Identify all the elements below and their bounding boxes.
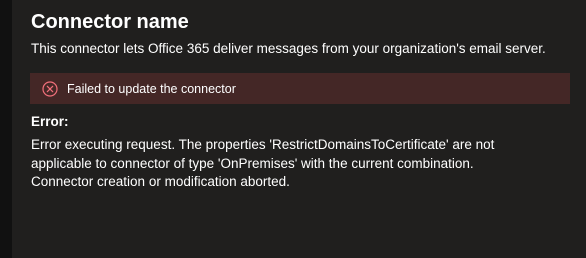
error-icon	[42, 81, 58, 97]
connector-panel	[12, 0, 586, 258]
page-title: Connector name	[31, 11, 189, 33]
background-overlay	[0, 0, 12, 258]
error-heading: Error:	[31, 114, 69, 129]
error-banner-text: Failed to update the connector	[67, 82, 236, 96]
error-message: Error executing request. The properties …	[31, 137, 495, 189]
error-banner: Failed to update the connector	[30, 73, 570, 104]
connector-description: This connector lets Office 365 deliver m…	[31, 41, 546, 56]
